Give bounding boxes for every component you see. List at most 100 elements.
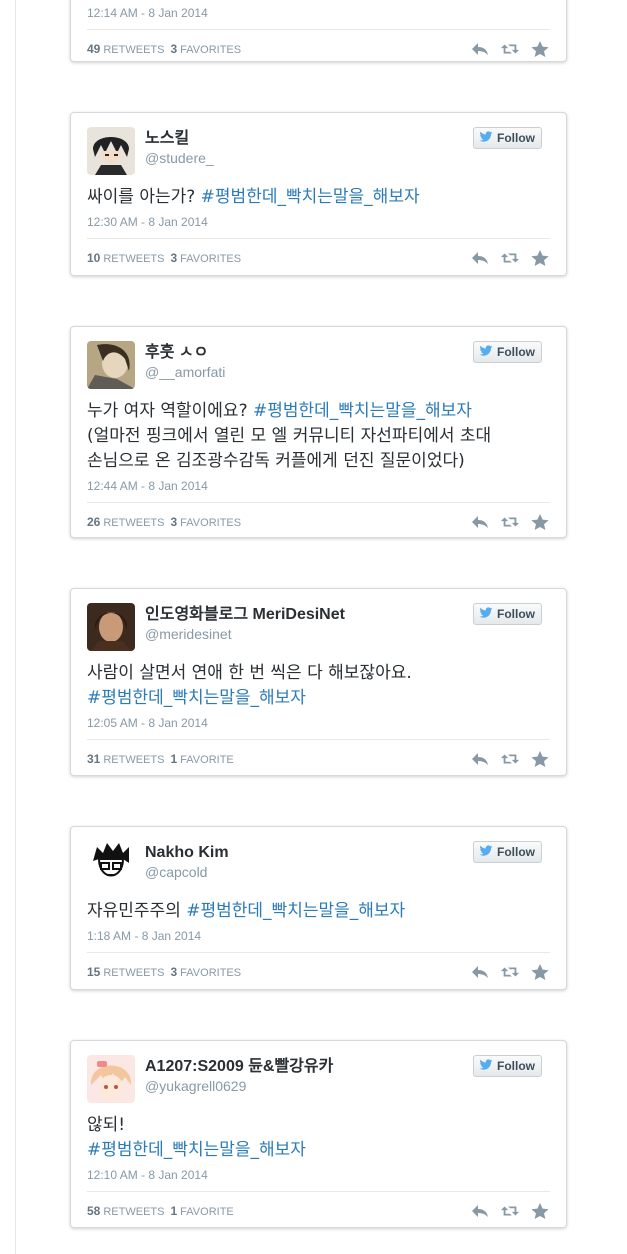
tweet-body: 12:14 AM - 8 Jan 2014 49 RETWEETS 3 FAVORITE… [71,0,566,68]
tweet-text: 자유민주주의 #평범한데_빡치는말을_해보자 [87,899,550,924]
portrait-avatar[interactable] [87,603,135,651]
page-left-rule [15,0,16,1254]
anime-boy-avatar[interactable] [87,127,135,175]
tweet-text-segment: 사람이 살면서 연애 한 번 씩은 다 해보잖아요. [87,663,412,683]
reply-icon[interactable] [470,40,490,58]
screen-name[interactable]: @capcold [145,863,550,881]
follow-button[interactable]: Follow [473,341,542,363]
twitter-bird-icon [479,606,493,622]
favorite-star-icon[interactable] [530,750,550,768]
reply-icon[interactable] [470,750,490,768]
tweet-timestamp[interactable]: 12:05 AM - 8 Jan 2014 [87,715,550,731]
anime-girl-avatar[interactable] [87,1055,135,1103]
favorite-count[interactable]: 3 FAVORITES [170,251,241,265]
retweet-count[interactable]: 31 RETWEETS [87,752,164,766]
retweet-count[interactable]: 15 RETWEETS [87,965,164,979]
follow-label: Follow [497,1059,535,1073]
tweet-stats: 58 RETWEETS 1 FAVORITE [87,1192,550,1230]
screen-name[interactable]: @studere_ [145,149,550,167]
tweet-header: Nakho Kim @capcold Follow [87,841,550,891]
favorite-count[interactable]: 3 FAVORITES [170,42,241,56]
tweet-text: 누가 여자 역할이에요? #평범한데_빡치는말을_해보자 (얼마전 핑크에서 열린… [87,399,550,474]
favorite-count[interactable]: 1 FAVORITE [170,752,233,766]
hashtag-link[interactable]: #평범한데_빡치는말을_해보자 [201,187,420,207]
follow-button[interactable]: Follow [473,127,542,149]
tweet-header: 노스킬 @studere_ Follow [87,127,550,177]
tweet-text-line: 않되! [87,1113,550,1138]
tweet-card: Nakho Kim @capcold Follow 자유민주주의 #평범한데_빡치는말… [70,826,567,990]
photo-avatar[interactable] [87,341,135,389]
retweet-count[interactable]: 58 RETWEETS [87,1204,164,1218]
follow-button[interactable]: Follow [473,841,542,863]
favorite-count-value: 3 [170,965,178,979]
favorite-count-label: FAVORITES [180,253,242,265]
reply-icon[interactable] [470,963,490,981]
tweet-body: A1207:S2009 듄&빨강유카 @yukagrell0629 Follow 않되… [71,1041,566,1230]
favorite-count[interactable]: 3 FAVORITES [170,515,241,529]
hashtag-link[interactable]: #평범한데_빡치는말을_해보자 [87,688,306,708]
retweet-count[interactable]: 10 RETWEETS [87,251,164,265]
favorite-star-icon[interactable] [530,513,550,531]
tweet-text: 싸이를 아는가? #평범한데_빡치는말을_해보자 [87,185,550,210]
tweet-stats: 15 RETWEETS 3 FAVORITES [87,953,550,991]
cartoon-glasses-avatar[interactable] [87,841,135,889]
follow-button[interactable]: Follow [473,1055,542,1077]
tweet-timestamp[interactable]: 12:14 AM - 8 Jan 2014 [87,5,550,21]
favorite-star-icon[interactable] [530,249,550,267]
tweet-timestamp[interactable]: 12:30 AM - 8 Jan 2014 [87,214,550,230]
retweet-count[interactable]: 26 RETWEETS [87,515,164,529]
tweet-header: 후훗 ㅅㅇ @__amorfati Follow [87,341,550,391]
retweet-icon[interactable] [500,249,520,267]
tweet-body: 인도영화블로그 MeriDesiNet @meridesinet Follow 사람이… [71,589,566,778]
retweet-icon[interactable] [500,963,520,981]
follow-label: Follow [497,345,535,359]
favorite-count[interactable]: 3 FAVORITES [170,965,241,979]
tweet-text-line: 누가 여자 역할이에요? #평범한데_빡치는말을_해보자 [87,399,550,424]
tweet-actions [470,953,550,991]
favorite-count-value: 3 [170,515,178,529]
follow-label: Follow [497,607,535,621]
tweet-timestamp[interactable]: 1:18 AM - 8 Jan 2014 [87,928,550,944]
retweet-count-label: RETWEETS [103,967,165,979]
tweet-text-segment: 싸이를 아는가? [87,187,201,207]
tweet-text-line: #평범한데_빡치는말을_해보자 [87,1138,550,1163]
tweet-body: 후훗 ㅅㅇ @__amorfati Follow 누가 여자 역할이에요? #평범한데… [71,327,566,541]
retweet-count-label: RETWEETS [103,44,165,56]
tweet-text-segment: 누가 여자 역할이에요? [87,401,253,421]
screen-name[interactable]: @meridesinet [145,625,550,643]
favorite-count[interactable]: 1 FAVORITE [170,1204,233,1218]
tweet-timestamp[interactable]: 12:10 AM - 8 Jan 2014 [87,1167,550,1183]
retweet-count-label: RETWEETS [103,1206,165,1218]
screen-name[interactable]: @yukagrell0629 [145,1077,550,1095]
retweet-count-label: RETWEETS [103,253,165,265]
retweet-count-value: 10 [87,251,101,265]
hashtag-link[interactable]: #평범한데_빡치는말을_해보자 [186,901,405,921]
tweet-timestamp[interactable]: 12:44 AM - 8 Jan 2014 [87,478,550,494]
favorite-count-label: FAVORITES [180,517,242,529]
tweet-text: 않되! #평범한데_빡치는말을_해보자 [87,1113,550,1163]
retweet-count[interactable]: 49 RETWEETS [87,42,164,56]
reply-icon[interactable] [470,249,490,267]
retweet-icon[interactable] [500,513,520,531]
retweet-icon[interactable] [500,1202,520,1220]
tweet-text-line: 손님으로 온 김조광수감독 커플에게 던진 질문이었다) [87,449,550,474]
favorite-star-icon[interactable] [530,40,550,58]
tweet-card: 후훗 ㅅㅇ @__amorfati Follow 누가 여자 역할이에요? #평범한데… [70,326,567,538]
reply-icon[interactable] [470,1202,490,1220]
follow-label: Follow [497,845,535,859]
hashtag-link[interactable]: #평범한데_빡치는말을_해보자 [253,401,472,421]
tweet-card: 노스킬 @studere_ Follow 싸이를 아는가? #평범한데_빡치는말을_해… [70,112,567,276]
retweet-count-value: 26 [87,515,101,529]
follow-button[interactable]: Follow [473,603,542,625]
retweet-icon[interactable] [500,40,520,58]
hashtag-link[interactable]: #평범한데_빡치는말을_해보자 [87,1140,306,1160]
retweet-icon[interactable] [500,750,520,768]
reply-icon[interactable] [470,513,490,531]
favorite-star-icon[interactable] [530,1202,550,1220]
screen-name[interactable]: @__amorfati [145,363,550,381]
favorite-count-label: FAVORITES [180,44,242,56]
tweet-card: A1207:S2009 듄&빨강유카 @yukagrell0629 Follow 않되… [70,1040,567,1228]
favorite-star-icon[interactable] [530,963,550,981]
twitter-bird-icon [479,130,493,146]
retweet-count-label: RETWEETS [103,754,165,766]
